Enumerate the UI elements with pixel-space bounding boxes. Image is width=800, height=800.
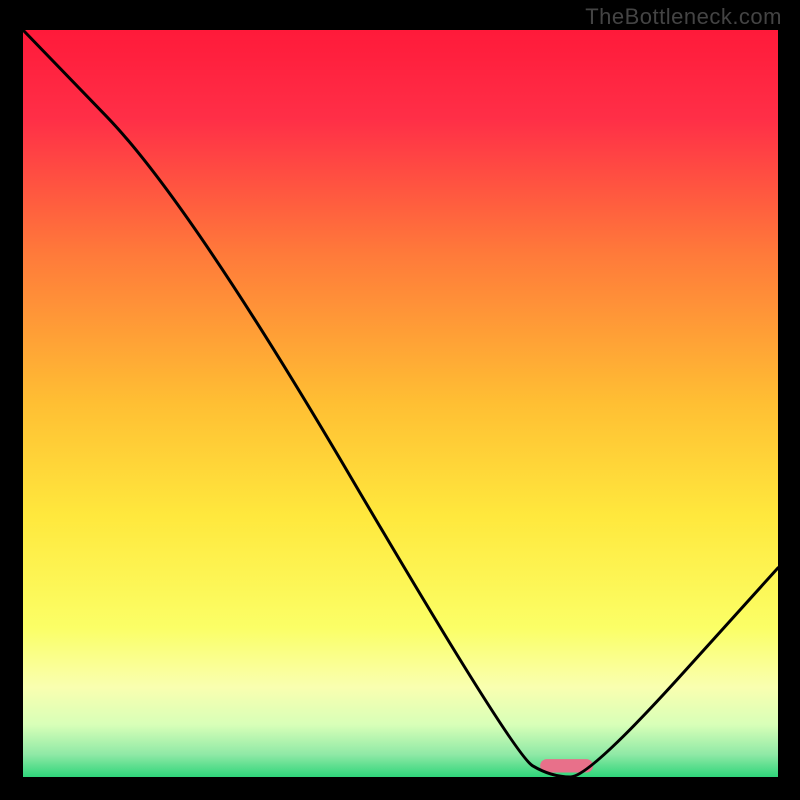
gradient-background: [23, 30, 778, 777]
watermark-text: TheBottleneck.com: [585, 4, 782, 30]
chart-stage: TheBottleneck.com: [0, 0, 800, 800]
chart-svg: [0, 0, 800, 800]
